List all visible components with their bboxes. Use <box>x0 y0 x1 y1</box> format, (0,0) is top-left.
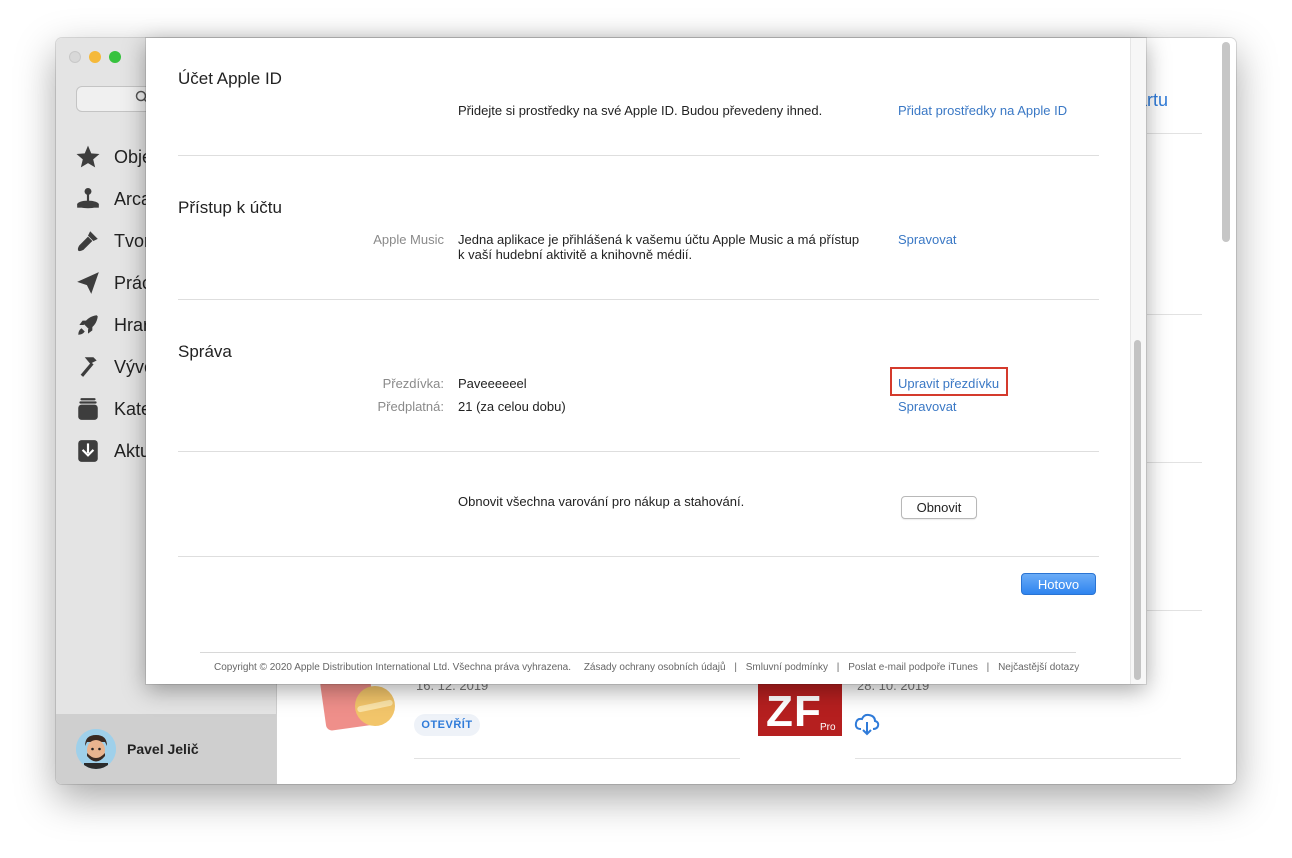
paper-plane-icon <box>74 269 102 297</box>
support-email-link[interactable]: Poslat e-mail podpoře iTunes <box>848 662 978 673</box>
scrollbar[interactable] <box>1222 42 1230 242</box>
section-title-account-access: Přístup k účtu <box>178 198 282 217</box>
apple-music-text-line1: Jedna aplikace je přihlášená k vašemu úč… <box>458 232 860 247</box>
open-button[interactable]: OTEVŘÍT <box>414 714 480 736</box>
svg-text:Pro: Pro <box>820 722 836 733</box>
avatar <box>76 729 116 769</box>
manage-access-link[interactable]: Spravovat <box>898 232 957 247</box>
apple-music-label: Apple Music <box>373 232 444 247</box>
divider <box>1147 314 1202 315</box>
download-icon <box>74 437 102 465</box>
add-funds-link[interactable]: Přidat prostředky na Apple ID <box>898 103 1067 118</box>
joystick-icon <box>74 185 102 213</box>
divider <box>178 299 1099 300</box>
brush-icon <box>74 227 102 255</box>
subscriptions-value: 21 (za celou dobu) <box>458 399 566 414</box>
privacy-policy-link[interactable]: Zásady ochrany osobních údajů <box>584 662 726 673</box>
add-funds-text: Přidejte si prostředky na své Apple ID. … <box>458 103 823 118</box>
divider <box>1147 133 1202 134</box>
window-controls <box>69 51 121 63</box>
faq-link[interactable]: Nejčastější dotazy <box>998 662 1079 673</box>
divider <box>414 758 740 759</box>
svg-text:F: F <box>794 687 821 736</box>
profile-name: Pavel Jelič <box>127 741 199 757</box>
divider <box>178 451 1099 452</box>
close-button[interactable] <box>69 51 81 63</box>
nickname-value: Paveeeeeel <box>458 376 527 391</box>
zoom-button[interactable] <box>109 51 121 63</box>
section-title-management: Správa <box>178 342 232 361</box>
cloud-download-icon[interactable] <box>854 712 880 741</box>
separator: | <box>836 662 840 673</box>
footer: Copyright © 2020 Apple Distribution Inte… <box>214 662 1079 673</box>
sidebar-item-label: Aktu <box>114 440 151 461</box>
svg-text:Z: Z <box>766 687 793 736</box>
hammer-icon <box>74 353 102 381</box>
separator: | <box>734 662 737 673</box>
annotation-highlight-box <box>890 367 1008 396</box>
reset-warnings-text: Obnovit všechna varování pro nákup a sta… <box>458 494 745 509</box>
divider <box>855 758 1181 759</box>
manage-subscriptions-link[interactable]: Spravovat <box>898 399 957 414</box>
terms-link[interactable]: Smluvní podmínky <box>746 662 828 673</box>
sidebar-item-label: Tvor <box>114 230 150 251</box>
account-sheet: Účet Apple ID Přidejte si prostředky na … <box>146 38 1146 684</box>
account-profile[interactable]: Pavel Jelič <box>56 714 276 784</box>
copyright-text: Copyright © 2020 Apple Distribution Inte… <box>214 662 572 673</box>
nickname-label: Přezdívka: <box>382 376 444 391</box>
sidebar-item-label: Hrar <box>114 314 149 335</box>
divider <box>178 556 1099 557</box>
rocket-icon <box>74 311 102 339</box>
reset-warnings-button[interactable]: Obnovit <box>901 496 977 519</box>
footer-divider <box>200 652 1076 653</box>
divider <box>1147 462 1202 463</box>
star-icon <box>74 143 102 171</box>
minimize-button[interactable] <box>89 51 101 63</box>
stack-icon <box>74 395 102 423</box>
divider <box>1147 610 1202 611</box>
divider <box>178 155 1099 156</box>
separator: | <box>986 662 990 673</box>
filezilla-icon[interactable]: Z F Pro <box>758 682 842 736</box>
apple-music-text-line2: k vaší hudební aktivitě a knihovně médií… <box>458 247 693 262</box>
done-button[interactable]: Hotovo <box>1021 573 1096 595</box>
subscriptions-label: Předplatná: <box>377 399 445 414</box>
section-title-apple-id: Účet Apple ID <box>178 69 282 88</box>
scrollbar[interactable] <box>1134 340 1141 680</box>
